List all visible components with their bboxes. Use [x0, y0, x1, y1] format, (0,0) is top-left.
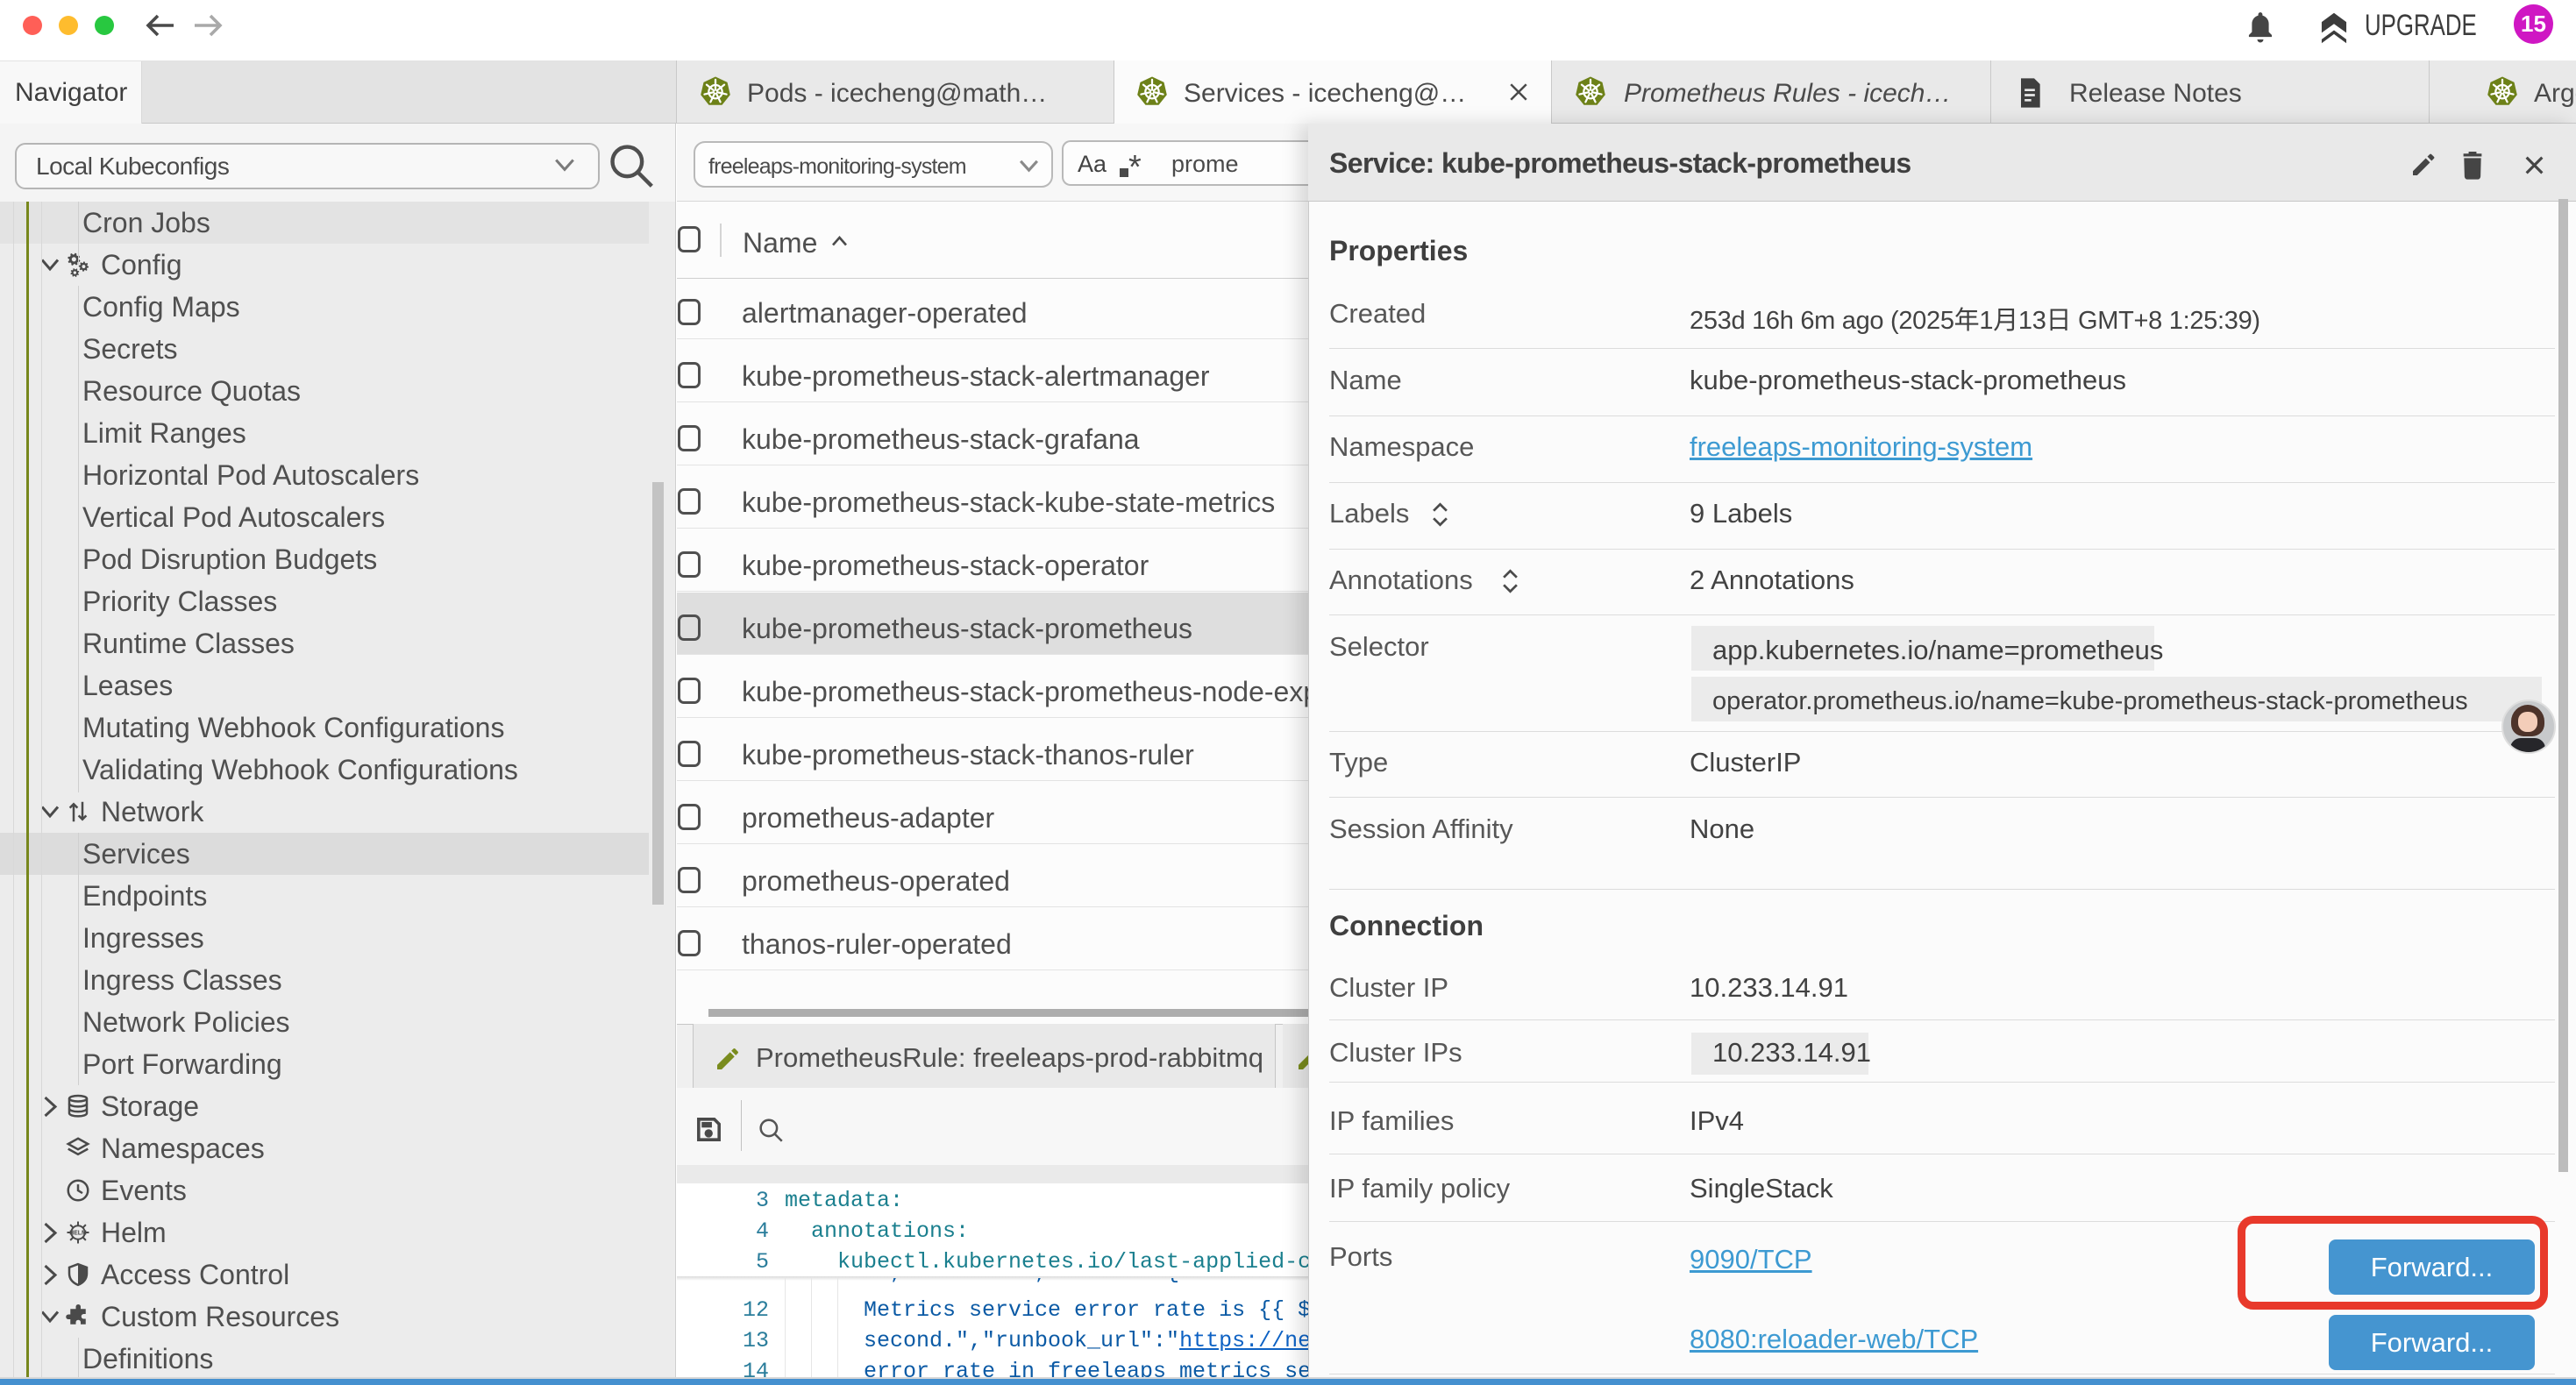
svg-text:HELM: HELM	[69, 1231, 87, 1237]
